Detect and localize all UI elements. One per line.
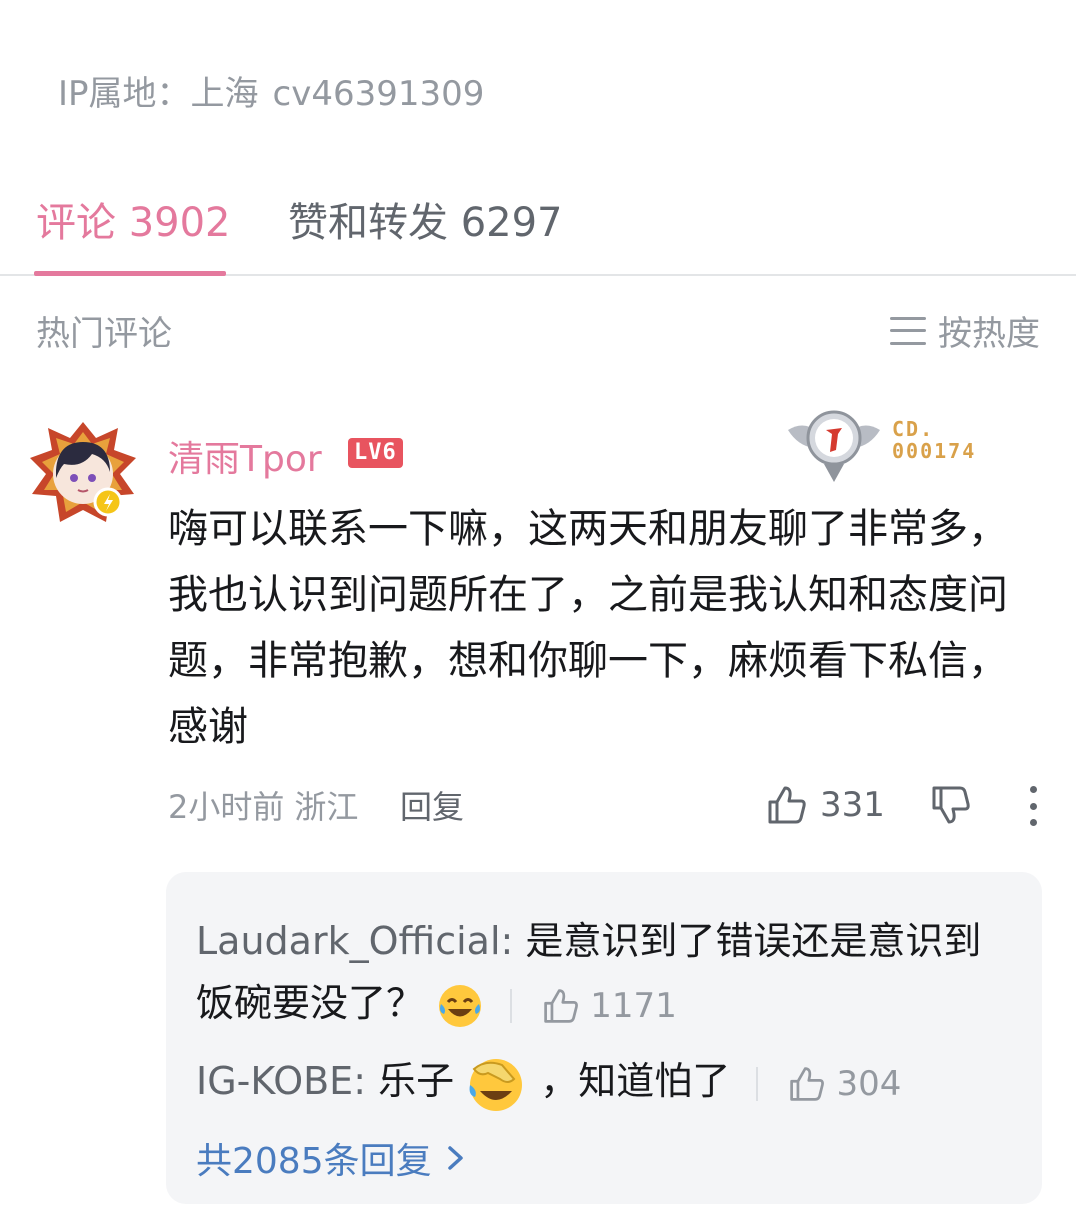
fan-medal-icon [788, 410, 880, 482]
comment-location: 浙江 [294, 788, 359, 826]
reply-divider [510, 988, 513, 1023]
active-tab-indicator [34, 271, 226, 276]
reply-divider [756, 1066, 759, 1101]
reply-item[interactable]: IG-KOBE: 乐子 ，知道怕了 304 [196, 1050, 901, 1115]
comment-username[interactable]: 清雨Tpor [168, 430, 322, 482]
thumbs-up-icon [544, 988, 579, 1023]
ip-location-line: IP属地：上海 cv46391309 [58, 66, 498, 115]
cv-id: cv46391309 [272, 74, 485, 114]
comment-text: 嗨可以联系一下嘛，这两天和朋友聊了非常多，我也认识到问题所在了，之前是我认知和态… [168, 506, 1008, 750]
thumbs-up-icon [790, 1066, 825, 1101]
all-replies-label: 共2085条回复 [196, 1141, 432, 1182]
medal-code-line1: CD. [892, 417, 935, 441]
reply-button[interactable]: 回复 [400, 782, 464, 828]
chevron-right-icon [447, 1146, 463, 1170]
list-icon [890, 316, 926, 345]
facepalm-laugh-emoji [469, 1058, 523, 1111]
comment-time: 2小时前 [168, 788, 285, 826]
reply-like-button[interactable]: 304 [788, 1053, 901, 1115]
thumbs-up-icon [768, 786, 806, 824]
hot-comments-title: 热门评论 [36, 314, 172, 354]
user-avatar[interactable] [26, 418, 140, 532]
comment-meta: 2小时前 浙江 [168, 782, 358, 828]
tab-likes-reposts[interactable]: 赞和转发 6297 [288, 190, 563, 248]
dislike-button[interactable] [930, 784, 972, 830]
laughing-tears-emoji [439, 984, 482, 1027]
reply-username[interactable]: IG-KOBE: [196, 1059, 366, 1103]
reply-username[interactable]: Laudark_Official: [196, 919, 513, 963]
reply-text-before: 乐子 [366, 1059, 455, 1103]
like-count: 331 [820, 785, 885, 825]
sort-label: 按热度 [938, 314, 1040, 354]
reply-item[interactable]: Laudark_Official: 是意识到了错误还是意识到饭碗要没了？ 117… [196, 910, 1016, 1037]
comment-tabs: 评论 3902 赞和转发 6297 [0, 180, 1076, 276]
medal-code-line2: 000174 [892, 439, 977, 463]
user-level-badge: LV6 [348, 438, 403, 468]
reply-like-button[interactable]: 1171 [542, 975, 677, 1037]
medal-code: CD. 000174 [892, 418, 976, 462]
more-options-icon[interactable] [1024, 786, 1042, 826]
view-all-replies-link[interactable]: 共2085条回复 [196, 1132, 466, 1184]
tab-comments[interactable]: 评论 3902 [36, 190, 231, 248]
like-button[interactable]: 331 [766, 784, 885, 826]
sort-by-hot-button[interactable]: 按热度 [890, 306, 1040, 355]
ip-location-label: IP属地：上海 [58, 74, 259, 114]
reply-like-count: 1171 [590, 985, 677, 1026]
reply-text-after: ，知道怕了 [540, 1059, 731, 1103]
replies-preview: Laudark_Official: 是意识到了错误还是意识到饭碗要没了？ 117… [166, 872, 1042, 1204]
reply-like-count: 304 [836, 1063, 902, 1104]
thumbs-down-icon [932, 786, 970, 824]
